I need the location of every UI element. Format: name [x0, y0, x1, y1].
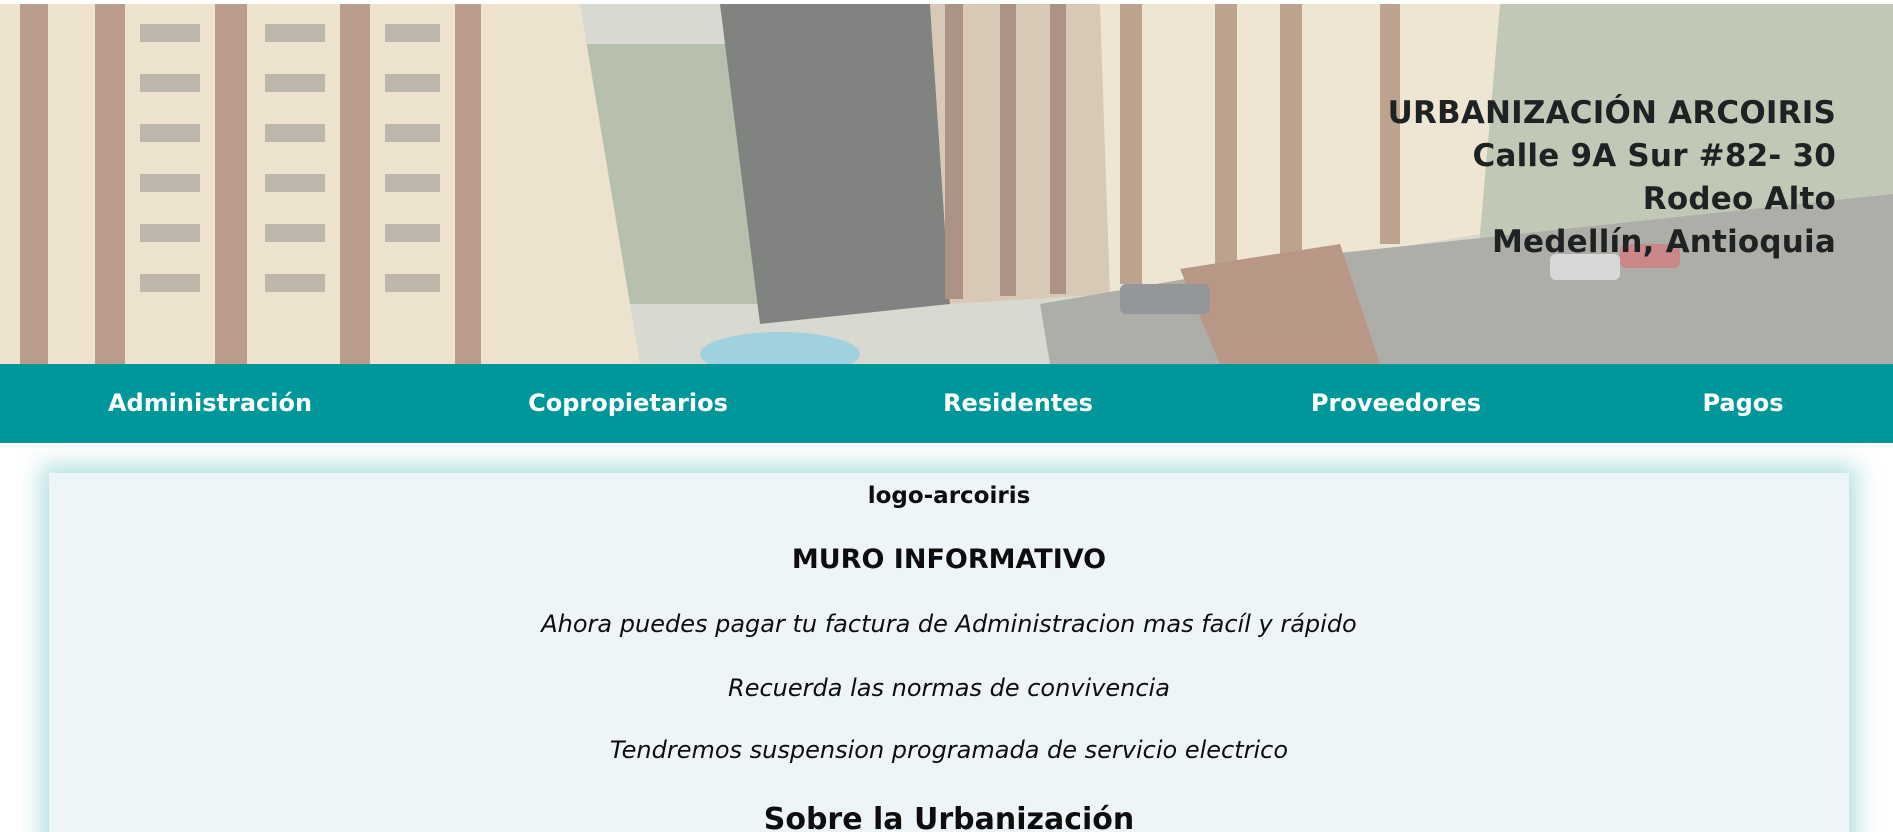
nav-item-administracion[interactable]: Administración — [108, 364, 312, 443]
logo-image-alt: logo-arcoiris — [867, 483, 1031, 509]
nav-item-copropietarios[interactable]: Copropietarios — [528, 364, 728, 443]
notice-item: Tendremos suspension programada de servi… — [609, 736, 1289, 764]
street-address: Calle 9A Sur #82- 30 — [1472, 138, 1836, 174]
nav-item-proveedores[interactable]: Proveedores — [1311, 364, 1481, 443]
about-section-title: Sobre la Urbanización — [763, 802, 1135, 832]
info-card: logo-arcoiris MURO INFORMATIVO Ahora pue… — [49, 473, 1849, 832]
wall-title: MURO INFORMATIVO — [791, 544, 1107, 575]
notice-item: Recuerda las normas de convivencia — [728, 674, 1170, 702]
nav-item-pagos[interactable]: Pagos — [1702, 364, 1783, 443]
nav-item-residentes[interactable]: Residentes — [943, 364, 1093, 443]
notice-item: Ahora puedes pagar tu factura de Adminis… — [541, 610, 1357, 638]
neighborhood: Rodeo Alto — [1642, 181, 1836, 217]
city-region: Medellín, Antioquia — [1491, 224, 1836, 260]
community-name: URBANIZACIÓN ARCOIRIS — [1387, 95, 1836, 131]
main-nav: Administración Copropietarios Residentes… — [0, 364, 1893, 443]
address-block: URBANIZACIÓN ARCOIRIS Calle 9A Sur #82- … — [1388, 92, 1836, 264]
hero-banner: URBANIZACIÓN ARCOIRIS Calle 9A Sur #82- … — [0, 4, 1893, 364]
